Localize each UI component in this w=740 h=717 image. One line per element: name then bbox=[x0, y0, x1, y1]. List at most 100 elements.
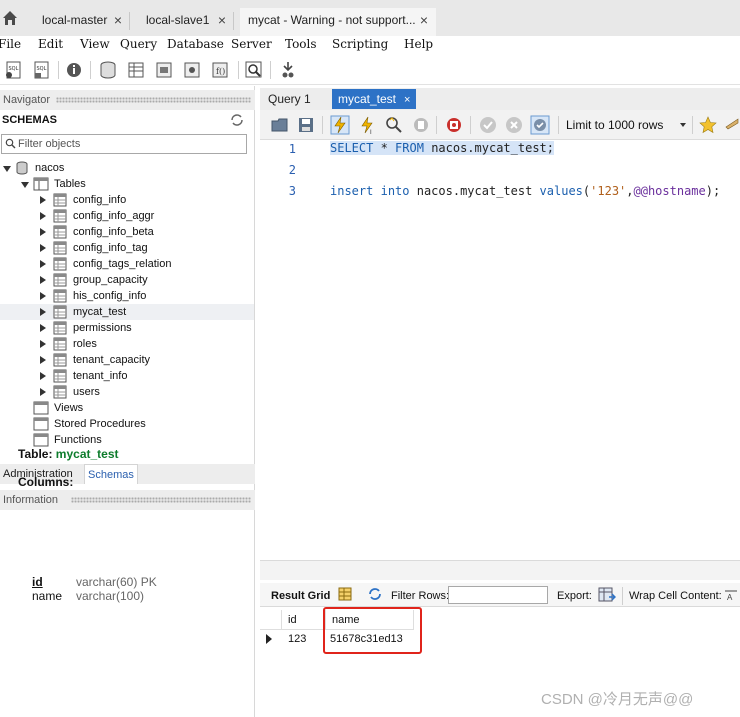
reconnect-icon[interactable] bbox=[278, 60, 298, 80]
sql-editor[interactable]: 1 SELECT * FROM nacos.mycat_test; 2 3 in… bbox=[260, 140, 740, 560]
chevron-down-icon[interactable] bbox=[3, 166, 11, 172]
tab-mycat-test[interactable]: mycat_test × bbox=[332, 89, 417, 109]
views-node[interactable]: Views bbox=[0, 400, 254, 416]
close-icon[interactable]: × bbox=[218, 8, 226, 32]
chevron-right-icon[interactable] bbox=[40, 372, 46, 380]
stop-on-error-icon[interactable] bbox=[444, 115, 464, 135]
export-label: Export: bbox=[557, 590, 592, 602]
menu-scripting[interactable]: Scripting bbox=[332, 37, 388, 51]
table-node[interactable]: config_info_beta bbox=[0, 224, 254, 240]
chevron-right-icon[interactable] bbox=[40, 356, 46, 364]
create-schema-icon[interactable] bbox=[98, 60, 118, 80]
execute-current-icon[interactable]: I bbox=[357, 115, 377, 135]
filter-objects-field[interactable] bbox=[1, 134, 247, 154]
menu-edit[interactable]: Edit bbox=[38, 37, 63, 51]
create-function-icon[interactable]: f() bbox=[210, 60, 230, 80]
svg-text:SQL: SQL bbox=[9, 66, 19, 72]
connection-tab-mycat[interactable]: mycat - Warning - not support... × bbox=[240, 8, 436, 36]
table-node[interactable]: mycat_test bbox=[0, 304, 254, 320]
menu-view[interactable]: View bbox=[80, 37, 110, 51]
table-icon bbox=[53, 305, 67, 319]
menu-file[interactable]: File bbox=[0, 37, 21, 51]
commit-icon[interactable] bbox=[478, 115, 498, 135]
table-node[interactable]: tenant_capacity bbox=[0, 352, 254, 368]
grid-view-icon[interactable] bbox=[338, 587, 352, 601]
menu-server[interactable]: Server bbox=[231, 37, 272, 51]
table-node[interactable]: config_tags_relation bbox=[0, 256, 254, 272]
new-sql-tab-icon[interactable]: SQL bbox=[4, 60, 24, 80]
filter-rows-input[interactable] bbox=[448, 586, 548, 604]
schema-node-nacos[interactable]: nacos bbox=[0, 160, 254, 176]
table-node[interactable]: tenant_info bbox=[0, 368, 254, 384]
open-sql-file-icon[interactable]: SQL bbox=[32, 60, 52, 80]
table-node[interactable]: users bbox=[0, 384, 254, 400]
chevron-right-icon[interactable] bbox=[40, 228, 46, 236]
table-node[interactable]: config_info_aggr bbox=[0, 208, 254, 224]
result-panel-splitter[interactable] bbox=[260, 560, 740, 580]
export-icon[interactable] bbox=[598, 587, 616, 603]
home-icon[interactable] bbox=[2, 10, 18, 26]
chevron-right-icon[interactable] bbox=[40, 292, 46, 300]
functions-node[interactable]: Functions bbox=[0, 432, 254, 448]
table-node[interactable]: group_capacity bbox=[0, 272, 254, 288]
filter-rows-label: Filter Rows: bbox=[391, 590, 450, 602]
chevron-right-icon[interactable] bbox=[40, 388, 46, 396]
result-grid-label[interactable]: Result Grid bbox=[271, 590, 330, 602]
close-icon[interactable]: × bbox=[404, 94, 410, 106]
tab-schemas[interactable]: Schemas bbox=[84, 464, 138, 484]
inspector-icon[interactable] bbox=[64, 60, 84, 80]
chevron-right-icon[interactable] bbox=[40, 244, 46, 252]
chevron-right-icon[interactable] bbox=[40, 260, 46, 268]
table-node[interactable]: permissions bbox=[0, 320, 254, 336]
menu-help[interactable]: Help bbox=[404, 37, 433, 51]
chevron-right-icon[interactable] bbox=[40, 308, 46, 316]
create-procedure-icon[interactable] bbox=[182, 60, 202, 80]
navigator-header: Navigator bbox=[0, 90, 255, 110]
beautify-icon[interactable] bbox=[724, 115, 740, 135]
create-table-icon[interactable] bbox=[126, 60, 146, 80]
tables-node[interactable]: Tables bbox=[0, 176, 254, 192]
code-line-1[interactable]: SELECT * FROM nacos.mycat_test; bbox=[330, 141, 555, 155]
svg-text:f(): f() bbox=[216, 67, 225, 76]
stop-icon[interactable] bbox=[411, 115, 431, 135]
refresh-icon[interactable] bbox=[230, 114, 244, 126]
chevron-right-icon[interactable] bbox=[40, 340, 46, 348]
menu-tools[interactable]: Tools bbox=[285, 37, 317, 51]
refresh-results-icon[interactable] bbox=[367, 587, 383, 601]
add-snippet-star-icon[interactable] bbox=[698, 115, 718, 135]
grid-header-id[interactable]: id bbox=[282, 610, 326, 630]
close-icon[interactable]: × bbox=[114, 8, 122, 32]
table-node[interactable]: config_info_tag bbox=[0, 240, 254, 256]
search-table-data-icon[interactable] bbox=[244, 60, 264, 80]
filter-objects-input[interactable] bbox=[18, 137, 240, 151]
close-icon[interactable]: × bbox=[420, 8, 428, 32]
menu-database[interactable]: Database bbox=[167, 37, 224, 51]
table-icon bbox=[53, 289, 67, 303]
execute-icon[interactable] bbox=[330, 115, 350, 135]
menu-bar: File Edit View Query Database Server Too… bbox=[0, 36, 740, 56]
save-icon[interactable] bbox=[296, 115, 316, 135]
stored-procedures-node[interactable]: Stored Procedures bbox=[0, 416, 254, 432]
chevron-right-icon[interactable] bbox=[40, 324, 46, 332]
tab-query-1[interactable]: Query 1 bbox=[262, 89, 317, 109]
chevron-right-icon[interactable] bbox=[40, 212, 46, 220]
create-view-icon[interactable] bbox=[154, 60, 174, 80]
explain-icon[interactable] bbox=[384, 115, 404, 135]
chevron-right-icon[interactable] bbox=[40, 196, 46, 204]
chevron-down-icon[interactable] bbox=[21, 182, 29, 188]
table-icon bbox=[53, 193, 67, 207]
connection-tab-local-slave1[interactable]: local-slave1 × bbox=[138, 8, 234, 36]
connection-tab-local-master[interactable]: local-master × bbox=[34, 8, 130, 36]
open-folder-icon[interactable] bbox=[270, 115, 290, 135]
wrap-text-icon[interactable]: A bbox=[724, 588, 738, 602]
code-line-3[interactable]: insert into nacos.mycat_test values('123… bbox=[330, 184, 720, 198]
table-node[interactable]: config_info bbox=[0, 192, 254, 208]
grid-cell-id[interactable]: 123 bbox=[282, 630, 326, 648]
chevron-right-icon[interactable] bbox=[40, 276, 46, 284]
rollback-icon[interactable] bbox=[504, 115, 524, 135]
table-node[interactable]: roles bbox=[0, 336, 254, 352]
autocommit-icon[interactable] bbox=[530, 115, 550, 135]
menu-query[interactable]: Query bbox=[120, 37, 157, 51]
table-node[interactable]: his_config_info bbox=[0, 288, 254, 304]
limit-rows-select[interactable]: Limit to 1000 rows bbox=[566, 116, 686, 134]
